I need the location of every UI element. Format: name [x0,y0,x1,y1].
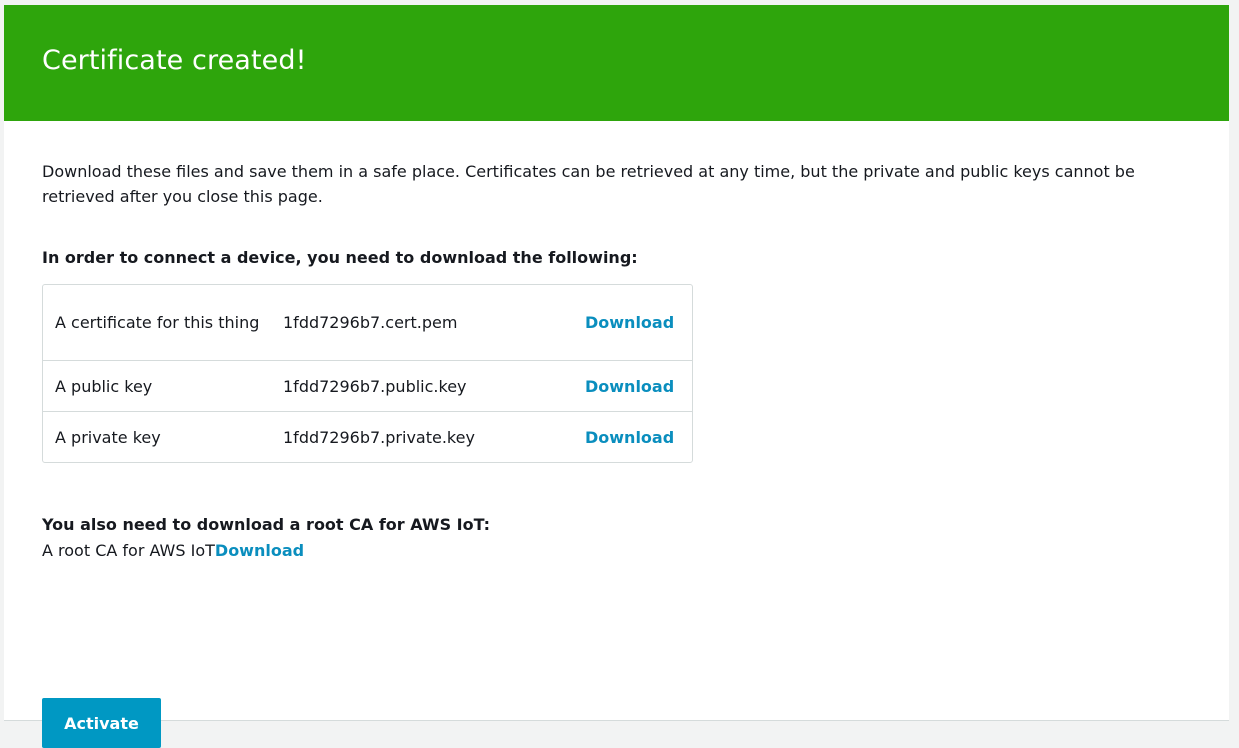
root-ca-label: A root CA for AWS IoT [42,541,215,560]
file-description: A certificate for this thing [43,285,271,361]
download-root-ca-link[interactable]: Download [215,541,304,560]
file-description: A private key [55,427,161,447]
root-ca-heading: You also need to download a root CA for … [42,515,491,534]
file-name: 1fdd7296b7.public.key [271,361,573,412]
download-public-key-link[interactable]: Download [585,377,674,396]
table-row: A certificate for this thing 1fdd7296b7.… [43,285,692,361]
root-ca-line: A root CA for AWS IoTDownload [42,541,304,560]
device-files-table: A certificate for this thing 1fdd7296b7.… [42,284,693,463]
success-banner: Certificate created! [4,5,1229,121]
table-row: A public key 1fdd7296b7.public.key Downl… [43,361,692,412]
file-description: A public key [43,361,271,412]
file-name: 1fdd7296b7.cert.pem [271,285,573,361]
banner-title: Certificate created! [42,45,307,76]
download-private-key-link[interactable]: Download [585,428,674,447]
device-files-heading: In order to connect a device, you need t… [42,248,638,267]
intro-text: Download these files and save them in a … [42,162,1135,206]
download-certificate-link[interactable]: Download [585,313,674,332]
certificate-card: Certificate created! Download these file… [4,5,1229,748]
activate-button[interactable]: Activate [42,698,161,748]
table-row: A private key 1fdd7296b7.private.key Dow… [43,412,692,462]
file-name: 1fdd7296b7.private.key [283,427,475,447]
